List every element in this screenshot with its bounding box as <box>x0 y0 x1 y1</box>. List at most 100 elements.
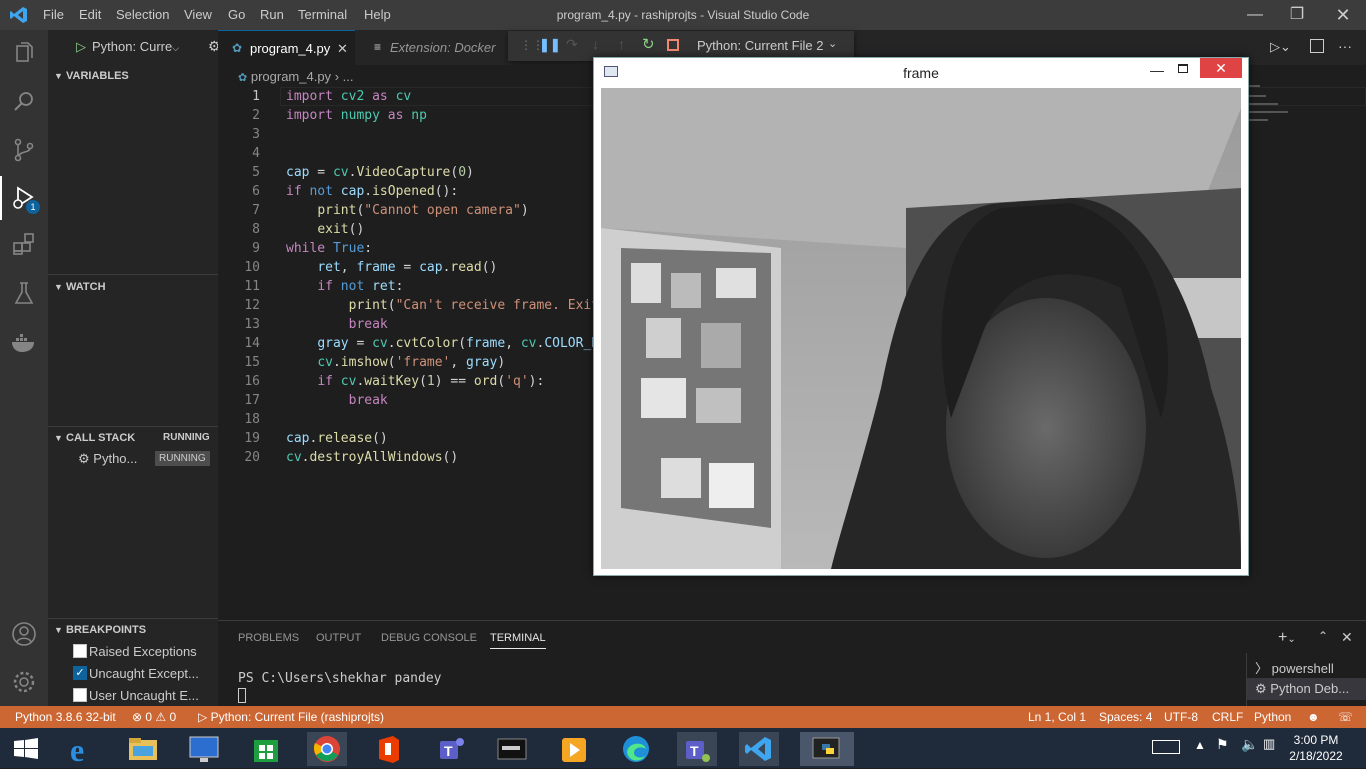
teams-work-icon[interactable]: T <box>677 732 717 766</box>
explorer-icon[interactable] <box>8 38 40 70</box>
frame-window[interactable]: frame — ✕ <box>593 57 1249 576</box>
cursor-position[interactable]: Ln 1, Col 1 <box>1028 710 1086 724</box>
restart-icon[interactable]: ↻ <box>642 35 655 53</box>
split-editor-icon[interactable] <box>1310 39 1324 53</box>
line-ending[interactable]: CRLF <box>1212 710 1243 724</box>
indentation[interactable]: Spaces: 4 <box>1099 710 1152 724</box>
close-button[interactable]: ✕ <box>1200 58 1242 78</box>
breakpoint-checkbox-checked[interactable]: ✓ <box>73 666 87 680</box>
close-icon[interactable]: ✕ <box>337 31 348 66</box>
step-over-icon[interactable]: ↷ <box>566 36 578 53</box>
office-icon[interactable] <box>369 732 409 766</box>
stop-icon[interactable] <box>667 39 679 51</box>
code-line: print("Cannot open camera") <box>317 203 529 218</box>
line-number: 10 <box>244 260 260 275</box>
wifi-icon[interactable]: ▥ <box>1263 736 1275 752</box>
restore-button[interactable]: ❐ <box>1282 4 1312 26</box>
breakpoint-item[interactable]: Raised Exceptions <box>73 644 218 662</box>
notifications-bell-icon[interactable]: ☏ <box>1338 710 1353 724</box>
python-interpreter[interactable]: Python 3.8.6 32-bit <box>15 710 116 724</box>
terminal-list: 〉 powershell ⚙ Python Deb... <box>1246 653 1366 707</box>
code-line: if cv.waitKey(1) == ord('q'): <box>317 374 545 389</box>
encoding[interactable]: UTF-8 <box>1164 710 1198 724</box>
call-stack-header[interactable]: ▼ CALL STACK <box>54 432 135 444</box>
thread-name: Pytho... <box>93 451 138 466</box>
settings-gear-icon[interactable] <box>8 666 40 698</box>
tab-output[interactable]: OUTPUT <box>316 632 361 644</box>
volume-icon[interactable]: 🔈 <box>1241 736 1258 753</box>
testing-icon[interactable] <box>8 278 40 310</box>
breadcrumb-more[interactable]: ... <box>343 69 354 84</box>
tab-terminal[interactable]: TERMINAL <box>490 632 546 649</box>
tab-program-4[interactable]: ✿ program_4.py ✕ <box>218 30 355 65</box>
windows-start-icon[interactable] <box>6 732 46 766</box>
clock[interactable]: 3:00 PM 2/18/2022 <box>1286 732 1346 764</box>
terminal-output[interactable]: PS C:\Users\shekhar pandey <box>238 671 442 703</box>
run-icon[interactable]: ▷⌄ <box>1270 39 1291 55</box>
variables-header[interactable]: ▼ VARIABLES <box>54 70 129 82</box>
maximize-panel-icon[interactable]: ⌃ <box>1318 629 1328 643</box>
breakpoint-checkbox[interactable] <box>73 644 87 658</box>
feedback-icon[interactable]: ☻ <box>1307 710 1320 724</box>
code-line: cap.release() <box>286 431 388 446</box>
close-panel-icon[interactable]: ✕ <box>1341 629 1353 646</box>
tab-label: program_4.py <box>250 41 331 56</box>
terminal-item[interactable]: 〉 powershell <box>1255 658 1334 677</box>
microsoft-store-icon[interactable] <box>246 732 286 766</box>
python-taskbar-icon[interactable] <box>800 732 854 766</box>
step-out-icon[interactable]: ↑ <box>618 36 625 52</box>
new-terminal-icon[interactable]: +⌄ <box>1278 629 1296 647</box>
source-control-icon[interactable] <box>8 134 40 166</box>
account-icon[interactable] <box>8 618 40 650</box>
show-hidden-icons[interactable]: ▲ <box>1194 738 1206 752</box>
tab-extension-docker[interactable]: ≡ Extension: Docker <box>355 30 505 65</box>
code-line: exit() <box>317 222 365 237</box>
search-icon[interactable] <box>8 86 40 118</box>
teams-icon[interactable]: T <box>431 732 471 766</box>
vscode-taskbar-icon[interactable] <box>739 732 779 766</box>
lenovo-app-icon[interactable] <box>184 732 224 766</box>
close-button[interactable]: ✕ <box>1328 4 1358 26</box>
flag-icon[interactable]: ⚑ <box>1216 736 1229 753</box>
chrome-icon[interactable] <box>307 732 347 766</box>
more-actions-icon[interactable]: ··· <box>1338 38 1352 54</box>
minimize-button[interactable]: — <box>1240 4 1270 26</box>
divider <box>48 274 218 275</box>
maximize-button[interactable] <box>1178 64 1188 73</box>
pause-icon[interactable]: ❚❚ <box>539 37 561 53</box>
extensions-icon[interactable] <box>8 230 40 262</box>
minimap[interactable] <box>1248 85 1308 145</box>
activity-bar: 1 <box>0 30 48 706</box>
mysql-shell-icon[interactable] <box>492 732 532 766</box>
breadcrumb-file[interactable]: program_4.py <box>251 69 331 84</box>
debug-start-button[interactable]: ▷ <box>76 39 86 55</box>
debug-config-full[interactable]: Python: Current File 2 <box>697 38 823 53</box>
language-mode[interactable]: Python <box>1254 710 1291 724</box>
problems-count[interactable]: ⊗ 0 ⚠ 0 <box>132 710 176 724</box>
call-stack-thread[interactable]: ⚙ Pytho... RUNNING <box>78 451 214 469</box>
internet-explorer-icon[interactable]: e <box>62 732 102 768</box>
line-number: 14 <box>244 336 260 351</box>
edge-icon[interactable] <box>616 732 656 766</box>
debug-config-select[interactable]: Python: Curre⌵ <box>92 39 192 57</box>
watch-header[interactable]: ▼ WATCH <box>54 281 106 293</box>
terminal-item[interactable]: ⚙ Python Deb... <box>1247 678 1366 700</box>
debug-session[interactable]: ▷ Python: Current File (rashiprojts) <box>198 710 384 724</box>
tab-problems[interactable]: PROBLEMS <box>238 632 299 644</box>
minimize-button[interactable]: — <box>1150 62 1164 78</box>
title-bar: File Edit Selection View Go Run Terminal… <box>0 0 1366 30</box>
call-stack-status: RUNNING <box>163 432 210 443</box>
file-explorer-icon[interactable] <box>123 732 163 766</box>
frame-titlebar[interactable]: frame — ✕ <box>594 58 1248 87</box>
tab-debug-console[interactable]: DEBUG CONSOLE <box>381 632 477 644</box>
breakpoint-checkbox[interactable] <box>73 688 87 702</box>
docker-icon[interactable] <box>8 326 40 358</box>
breakpoint-item[interactable]: User Uncaught E... <box>73 688 218 706</box>
step-into-icon[interactable]: ↓ <box>592 36 599 52</box>
touch-keyboard-icon[interactable] <box>1152 740 1180 754</box>
breakpoint-item[interactable]: ✓ Uncaught Except... <box>73 666 218 684</box>
chevron-down-icon: ▼ <box>54 71 63 81</box>
media-player-icon[interactable] <box>554 732 594 766</box>
chevron-down-icon[interactable]: ⌄ <box>828 37 837 50</box>
breakpoints-header[interactable]: ▼ BREAKPOINTS <box>54 624 146 636</box>
